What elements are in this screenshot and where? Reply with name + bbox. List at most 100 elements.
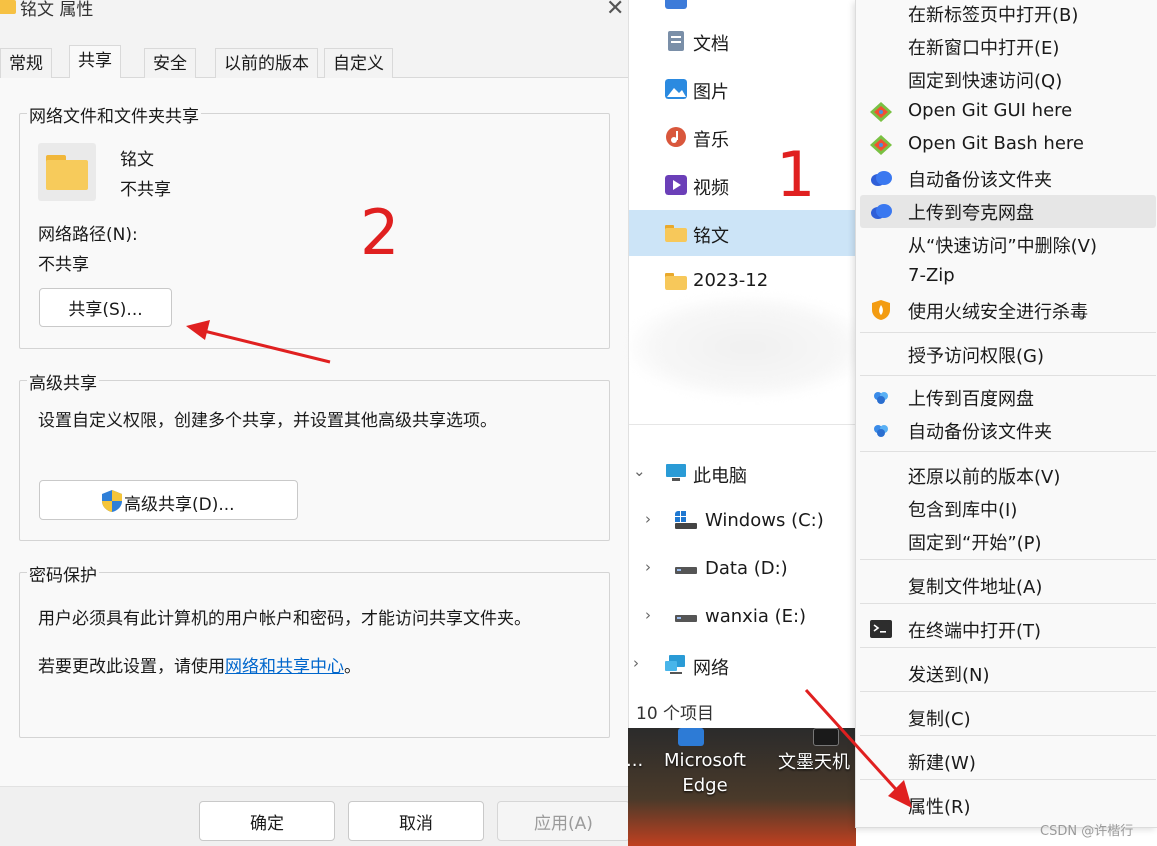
folder-share-status: 不共享 <box>120 180 171 200</box>
menu-item[interactable]: 复制文件地址(A) <box>860 569 1156 602</box>
nav-item-this-pc[interactable]: ⌄ 此电脑 <box>629 450 857 496</box>
menu-item[interactable]: 授予访问权限(G) <box>860 338 1156 371</box>
password-description: 用户必须具有此计算机的用户帐户和密码，才能访问共享文件夹。 <box>38 609 531 629</box>
baidu-cloud-icon <box>870 420 892 440</box>
menu-separator <box>860 559 1156 560</box>
menu-item[interactable]: 在新标签页中打开(B) <box>860 0 1156 30</box>
apply-button[interactable]: 应用(A) <box>497 801 630 841</box>
edge-shortcut-icon[interactable] <box>678 728 704 746</box>
menu-item[interactable]: Open Git GUI here <box>860 96 1156 129</box>
nav-item-label: 铭文 <box>693 226 729 247</box>
menu-item[interactable]: 固定到“开始”(P) <box>860 525 1156 558</box>
menu-item[interactable]: 自动备份该文件夹 <box>860 162 1156 195</box>
menu-item-label: 还原以前的版本(V) <box>908 467 1061 488</box>
menu-item[interactable]: 7-Zip <box>860 261 1156 294</box>
chevron-down-icon[interactable]: ⌄ <box>633 462 646 480</box>
quark-cloud-icon <box>870 201 892 221</box>
nav-item-label: 音乐 <box>693 130 729 151</box>
password-change-suffix: 。 <box>344 657 361 677</box>
nav-item-network[interactable]: › 网络 <box>629 642 857 688</box>
menu-item[interactable]: 从“快速访问”中删除(V) <box>860 228 1156 261</box>
nav-item-documents[interactable]: 文档 <box>629 18 857 64</box>
desktop-icon-label[interactable]: Microsoft Edge <box>658 748 752 798</box>
menu-item[interactable]: 新建(W) <box>860 745 1156 778</box>
terminal-icon <box>870 619 892 639</box>
menu-item-label: 从“快速访问”中删除(V) <box>908 236 1098 257</box>
ok-button[interactable]: 确定 <box>199 801 335 841</box>
cancel-button[interactable]: 取消 <box>348 801 484 841</box>
tab-customize[interactable]: 自定义 <box>324 48 393 78</box>
tab-previous-versions[interactable]: 以前的版本 <box>215 48 318 78</box>
chevron-right-icon[interactable]: › <box>633 654 639 672</box>
item-count-status: 10 个项目 <box>636 704 715 724</box>
menu-item[interactable]: 使用火绒安全进行杀毒 <box>860 294 1156 327</box>
menu-item[interactable]: 包含到库中(I) <box>860 492 1156 525</box>
menu-item-label: 上传到百度网盘 <box>908 389 1034 410</box>
nav-item-data-d[interactable]: › Data (D:) <box>629 546 857 592</box>
nav-item-label: 视频 <box>693 178 729 199</box>
menu-item[interactable]: 在终端中打开(T) <box>860 613 1156 646</box>
divider <box>629 424 857 425</box>
nav-item-label: wanxia (E:) <box>705 606 807 627</box>
menu-item[interactable]: 属性(R) <box>860 789 1156 822</box>
menu-separator <box>860 375 1156 376</box>
music-icon <box>666 127 686 147</box>
menu-item[interactable]: 上传到夸克网盘 <box>860 195 1156 228</box>
desktop-icon-label[interactable]: 文墨天机 <box>778 748 850 774</box>
nav-item-videos[interactable]: 视频 <box>629 162 857 208</box>
chevron-right-icon[interactable]: › <box>645 510 651 528</box>
uac-shield-icon <box>102 490 122 512</box>
menu-separator <box>860 451 1156 452</box>
menu-item-label: Open Git Bash here <box>908 133 1084 154</box>
nav-item-music[interactable]: 音乐 <box>629 114 857 160</box>
menu-separator <box>860 779 1156 780</box>
tab-sharing[interactable]: 共享 <box>69 45 121 79</box>
menu-item[interactable]: 还原以前的版本(V) <box>860 459 1156 492</box>
menu-item[interactable]: 复制(C) <box>860 701 1156 734</box>
advanced-sharing-button[interactable]: 高级共享(D)... <box>39 480 298 520</box>
desktop-background: ... Microsoft Edge 文墨天机 <box>628 728 856 846</box>
menu-item-label: 授予访问权限(G) <box>908 346 1044 367</box>
menu-item-label: 上传到夸克网盘 <box>908 203 1034 224</box>
quark-cloud-icon <box>870 168 892 188</box>
group-legend: 高级共享 <box>27 369 99 394</box>
tab-general[interactable]: 常规 <box>0 48 52 78</box>
folder-icon <box>665 273 687 290</box>
menu-item-label: 固定到“开始”(P) <box>908 533 1042 554</box>
nav-item-label: 图片 <box>693 82 729 103</box>
menu-item[interactable]: 自动备份该文件夹 <box>860 414 1156 447</box>
nav-item-pictures[interactable]: 图片 <box>629 66 857 112</box>
menu-item[interactable]: Open Git Bash here <box>860 129 1156 162</box>
menu-item[interactable]: 固定到快速访问(Q) <box>860 63 1156 96</box>
menu-item-label: 发送到(N) <box>908 665 990 686</box>
menu-item-label: 固定到快速访问(Q) <box>908 71 1063 92</box>
menu-item-label: 在新窗口中打开(E) <box>908 38 1060 59</box>
nav-item-wanxia-e[interactable]: › wanxia (E:) <box>629 594 857 640</box>
share-button[interactable]: 共享(S)... <box>39 288 172 327</box>
menu-item-label: 使用火绒安全进行杀毒 <box>908 302 1088 323</box>
folder-icon <box>665 225 687 242</box>
menu-item-label: 包含到库中(I) <box>908 500 1018 521</box>
tab-security[interactable]: 安全 <box>144 48 196 78</box>
nav-item-mingwen[interactable]: 铭文 <box>629 210 857 256</box>
git-icon <box>870 102 892 122</box>
redacted-blur <box>629 296 867 398</box>
menu-item[interactable]: 发送到(N) <box>860 657 1156 690</box>
download-icon <box>665 0 687 9</box>
nav-item-label: 2023-12 <box>693 270 769 291</box>
network-sharing-center-link[interactable]: 网络和共享中心 <box>225 657 344 677</box>
close-icon[interactable]: ✕ <box>606 0 624 21</box>
app-shortcut-icon[interactable] <box>813 728 839 746</box>
menu-item[interactable]: 上传到百度网盘 <box>860 381 1156 414</box>
nav-item-windows-c[interactable]: › Windows (C:) <box>629 498 857 544</box>
document-icon <box>668 31 684 51</box>
menu-item-label: 在新标签页中打开(B) <box>908 5 1079 26</box>
menu-separator <box>860 332 1156 333</box>
chevron-right-icon[interactable]: › <box>645 606 651 624</box>
menu-item[interactable]: 在新窗口中打开(E) <box>860 30 1156 63</box>
nav-item-label: 网络 <box>693 658 729 679</box>
drive-icon <box>675 567 697 574</box>
password-change-line: 若要更改此设置，请使用网络和共享中心。 <box>38 652 361 677</box>
chevron-right-icon[interactable]: › <box>645 558 651 576</box>
pictures-icon <box>665 79 687 99</box>
